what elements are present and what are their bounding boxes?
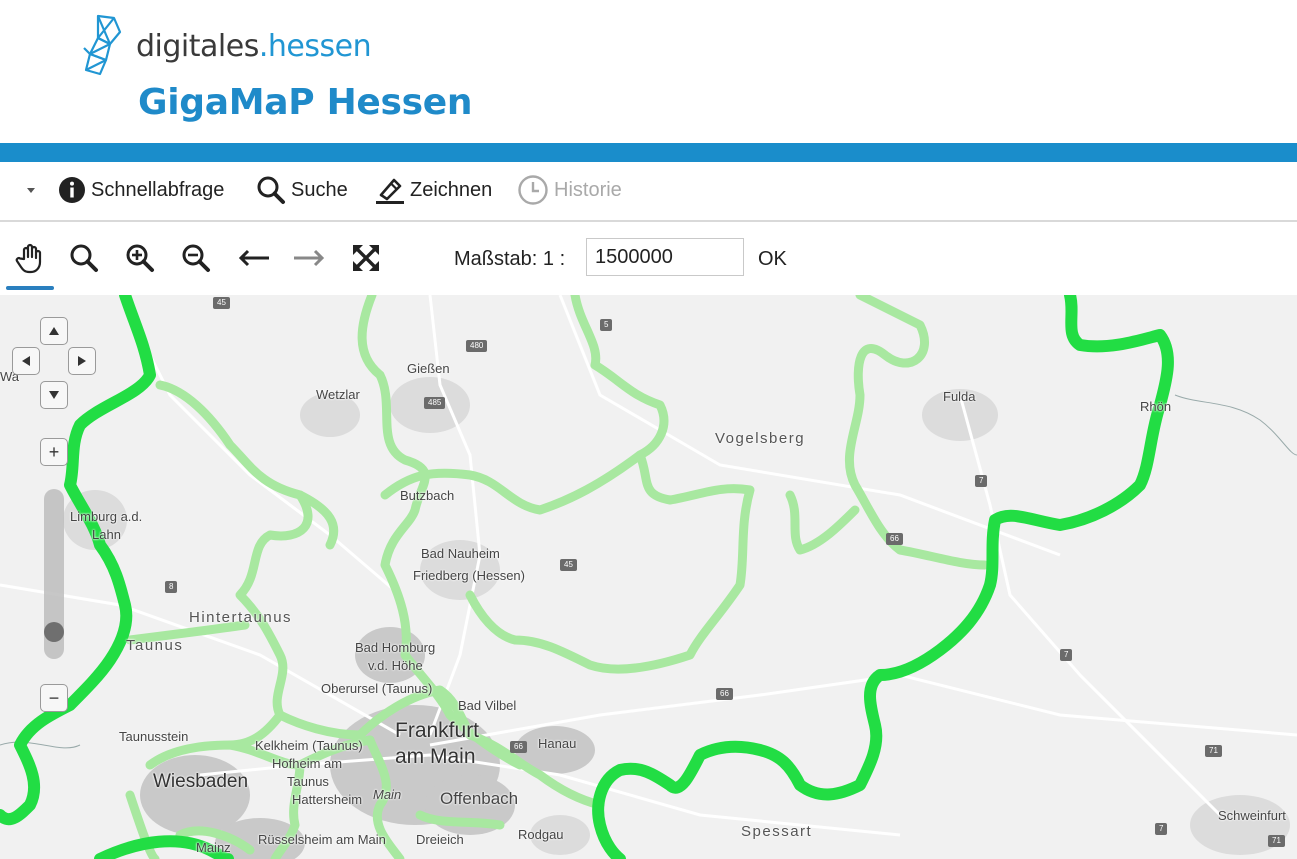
road-shield: 480 <box>466 340 488 352</box>
hessen-logo-icon <box>83 14 122 76</box>
place-label: Taunusstein <box>119 729 189 744</box>
arrow-up-icon <box>49 327 59 335</box>
menu-dropdown-toggle[interactable] <box>24 172 43 208</box>
road-shield: 71 <box>1268 835 1285 847</box>
zoom-in-button[interactable] <box>120 238 160 278</box>
pan-hand-icon <box>15 243 42 274</box>
place-label: Limburg a.d. <box>70 509 143 524</box>
zoom-slider-handle[interactable] <box>44 622 64 642</box>
arrow-left-icon <box>22 356 30 366</box>
place-label: Rüsselsheim am Main <box>258 832 386 847</box>
zoom-box-icon <box>70 244 98 272</box>
city-label: Wiesbaden <box>153 771 249 792</box>
zoom-box-button[interactable] <box>64 238 104 278</box>
place-label: Lahn <box>92 527 121 542</box>
road-shield: 5 <box>600 319 613 331</box>
pen-icon <box>376 178 404 204</box>
place-label: Bad Homburg <box>355 640 436 655</box>
scale-ok-button[interactable]: OK <box>758 248 787 271</box>
place-label: Hofheim am <box>272 756 343 771</box>
full-extent-button[interactable] <box>346 238 386 278</box>
road-shield: 485 <box>424 397 446 409</box>
header-divider-bar <box>0 143 1297 162</box>
full-extent-icon <box>353 245 379 271</box>
menu-suche[interactable]: Suche <box>256 172 348 208</box>
city-label: Offenbach <box>440 789 519 808</box>
info-icon <box>59 177 85 203</box>
place-label: v.d. Höhe <box>368 658 423 673</box>
arrow-down-icon <box>49 391 59 399</box>
region-label: Vogelsberg <box>715 430 806 447</box>
place-label: Bad Vilbel <box>458 698 517 713</box>
pan-down-button[interactable] <box>40 381 68 409</box>
road-shield: 66 <box>510 741 527 753</box>
history-icon <box>518 175 548 205</box>
back-arrow-icon <box>238 249 269 267</box>
main-menu: Schnellabfrage Suche Zeichnen Historie <box>0 162 1297 222</box>
city-label: Frankfurt <box>395 719 480 742</box>
road-shield: 7 <box>975 475 988 487</box>
place-label: Bad Nauheim <box>421 546 500 561</box>
digitales-hessen-logo[interactable]: digitales.hessen <box>80 14 372 78</box>
place-label: Gießen <box>407 361 450 376</box>
road-shield: 45 <box>560 559 577 571</box>
place-label: Kelkheim (Taunus) <box>255 738 363 753</box>
place-label: Butzbach <box>400 488 455 503</box>
place-label: Hanau <box>538 736 577 751</box>
place-label: Fulda <box>943 389 976 404</box>
menu-historie[interactable]: Historie <box>517 172 622 208</box>
pan-right-button[interactable] <box>68 347 96 375</box>
zoom-out-button[interactable] <box>176 238 216 278</box>
city-label: am Main <box>395 745 476 768</box>
place-label: Dreieich <box>416 832 464 847</box>
menu-item-label: Historie <box>554 178 622 201</box>
road-shield: 71 <box>1205 745 1222 757</box>
zoom-out-map-button[interactable]: − <box>40 684 68 712</box>
menu-item-label: Schnellabfrage <box>91 178 225 201</box>
region-label: Hintertaunus <box>189 609 293 626</box>
place-label: Mainz <box>196 840 231 855</box>
menu-item-label: Zeichnen <box>410 178 493 201</box>
place-label: Rodgau <box>518 827 564 842</box>
place-label: Hattersheim <box>292 792 363 807</box>
place-label: Schweinfurt <box>1218 808 1286 823</box>
pan-tool-button[interactable] <box>6 238 54 290</box>
place-label: Friedberg (Hessen) <box>413 568 525 583</box>
forward-button[interactable] <box>289 238 329 278</box>
search-icon <box>257 176 285 204</box>
menu-item-label: Suche <box>291 178 348 201</box>
zoom-in-map-button[interactable]: + <box>40 438 68 466</box>
forward-arrow-icon <box>294 249 325 267</box>
map-view[interactable]: 45 5 480 485 7 45 66 8 66 7 66 71 7 71 W… <box>0 295 1297 859</box>
place-label: Wetzlar <box>316 387 360 402</box>
place-label: Taunus <box>287 774 329 789</box>
zoom-out-icon <box>182 244 210 272</box>
arrow-right-icon <box>78 356 86 366</box>
pan-up-button[interactable] <box>40 317 68 345</box>
app-title: GigaMaP Hessen <box>138 82 473 123</box>
scale-input[interactable] <box>586 238 744 276</box>
road-shield: 7 <box>1060 649 1073 661</box>
menu-schnellabfrage[interactable]: Schnellabfrage <box>58 172 224 208</box>
place-label: Rhön <box>1140 399 1172 414</box>
place-label: Oberursel (Taunus) <box>321 681 433 696</box>
zoom-in-icon <box>126 244 154 272</box>
region-label: Spessart <box>741 823 813 840</box>
pan-left-button[interactable] <box>12 347 40 375</box>
region-label: Taunus <box>126 637 184 654</box>
river-label: Main <box>373 787 402 802</box>
map-toolbar: Maßstab: 1 : OK <box>0 222 1297 295</box>
caret-down-icon <box>27 188 35 193</box>
road-shield: 66 <box>716 688 733 700</box>
menu-zeichnen[interactable]: Zeichnen <box>375 172 492 208</box>
road-shield: 7 <box>1155 823 1168 835</box>
header: digitales.hessen GigaMaP Hessen <box>0 0 1297 143</box>
back-button[interactable] <box>234 238 274 278</box>
scale-label: Maßstab: 1 : <box>454 248 566 270</box>
road-shield: 8 <box>165 581 178 593</box>
road-shield: 45 <box>213 297 230 309</box>
logo-text: digitales.hessen <box>136 28 372 64</box>
road-shield: 66 <box>886 533 903 545</box>
